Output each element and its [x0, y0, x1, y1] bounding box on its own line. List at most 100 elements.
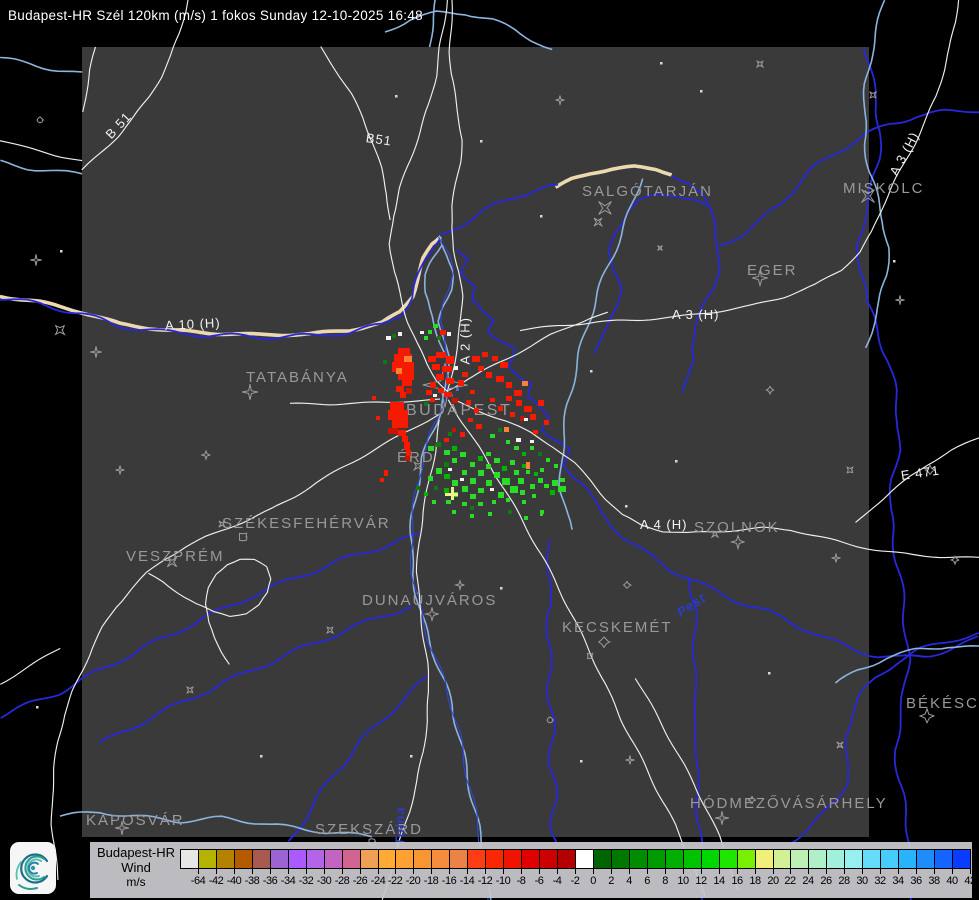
legend-tick [844, 869, 845, 874]
legend-tick [288, 869, 289, 874]
legend-tick [575, 869, 576, 874]
met-logo [10, 842, 56, 894]
legend-tick [503, 869, 504, 874]
legend-tick [198, 869, 199, 874]
legend-color-step [916, 849, 935, 869]
legend-tick [665, 869, 666, 874]
legend-color-step [808, 849, 827, 869]
legend-color-step [395, 849, 414, 869]
legend-tick [593, 869, 594, 874]
legend-color-step [413, 849, 432, 869]
town-dot [700, 90, 703, 93]
town-dot [60, 250, 63, 253]
legend-color-step [306, 849, 325, 869]
legend-color-step [647, 849, 666, 869]
legend-tick [898, 869, 899, 874]
legend-tick [467, 869, 468, 874]
legend-tick [431, 869, 432, 874]
legend-color-step [198, 849, 217, 869]
town-dot [660, 62, 663, 65]
legend-tick [324, 869, 325, 874]
legend-tick [485, 869, 486, 874]
legend-color-step [342, 849, 361, 869]
town-dot [625, 505, 628, 508]
legend-tick [880, 869, 881, 874]
legend-tick [395, 869, 396, 874]
legend-tick [647, 869, 648, 874]
legend-color-step [180, 849, 199, 869]
legend-color-step [737, 849, 756, 869]
legend-color-step [252, 849, 271, 869]
legend-tick [826, 869, 827, 874]
legend-color-step [790, 849, 809, 869]
town-dot [580, 760, 583, 763]
legend-tick [862, 869, 863, 874]
radar-page: { "title": "Budapest-HR Szél 120km (m/s)… [0, 0, 979, 900]
legend-tick [719, 869, 720, 874]
legend-tick [808, 869, 809, 874]
legend-unit-label: m/s [126, 875, 146, 889]
town-dot [500, 587, 503, 590]
legend-product-line1: Budapest-HR [96, 845, 176, 860]
legend-color-step [701, 849, 720, 869]
legend-tick [270, 869, 271, 874]
town-dot [590, 370, 593, 373]
legend-tick [216, 869, 217, 874]
legend-product-name: Budapest-HR Wind m/s [92, 845, 180, 889]
legend-tick [342, 869, 343, 874]
legend-color-step [216, 849, 235, 869]
town-dot [893, 260, 896, 263]
legend-tick [539, 869, 540, 874]
legend-color-step [665, 849, 684, 869]
legend-color-step [844, 849, 863, 869]
page-title: Budapest-HR Szél 120km (m/s) 1 fokos Sun… [8, 8, 423, 23]
legend-color-step [503, 849, 522, 869]
legend-color-step [234, 849, 253, 869]
town-dot [395, 95, 398, 98]
legend-color-step [467, 849, 486, 869]
town-dot [260, 755, 263, 758]
legend-tick [234, 869, 235, 874]
spiral-icon [15, 853, 49, 890]
legend-color-step [898, 849, 917, 869]
legend-tick [934, 869, 935, 874]
legend-tick [970, 869, 971, 874]
legend-tick [378, 869, 379, 874]
legend-color-step [449, 849, 468, 869]
legend-tick [790, 869, 791, 874]
legend-color-step [485, 849, 504, 869]
legend-panel: Budapest-HR Wind m/s -64 -42 -40 -38 -36 -34-… [90, 842, 976, 898]
legend-tick [306, 869, 307, 874]
legend-color-step [324, 849, 343, 869]
legend-tick [773, 869, 774, 874]
legend-tick [521, 869, 522, 874]
legend-tick [611, 869, 612, 874]
town-dot [768, 672, 771, 675]
town-dot [675, 460, 678, 463]
legend-product-line2: Wind [121, 860, 151, 875]
legend-color-step [575, 849, 594, 869]
legend-tick [952, 869, 953, 874]
legend-color-step [270, 849, 289, 869]
legend-color-step [773, 849, 791, 869]
legend-tick [629, 869, 630, 874]
legend-tick-label: 42 [964, 875, 976, 887]
town-dot [540, 215, 543, 218]
legend-color-step [521, 849, 540, 869]
legend-color-step [862, 849, 881, 869]
legend-color-step [611, 849, 630, 869]
legend-tick [557, 869, 558, 874]
legend-color-step [629, 849, 648, 869]
radar-map [0, 0, 979, 900]
legend-tick [683, 869, 684, 874]
town-dot [36, 706, 39, 709]
legend-color-step [431, 849, 450, 869]
legend-tick [413, 869, 414, 874]
legend-color-step [539, 849, 558, 869]
legend-color-step [557, 849, 576, 869]
legend-tick [360, 869, 361, 874]
legend-color-step [934, 849, 953, 869]
legend-color-step [593, 849, 612, 869]
legend-color-step [288, 849, 307, 869]
legend-color-step [360, 849, 379, 869]
